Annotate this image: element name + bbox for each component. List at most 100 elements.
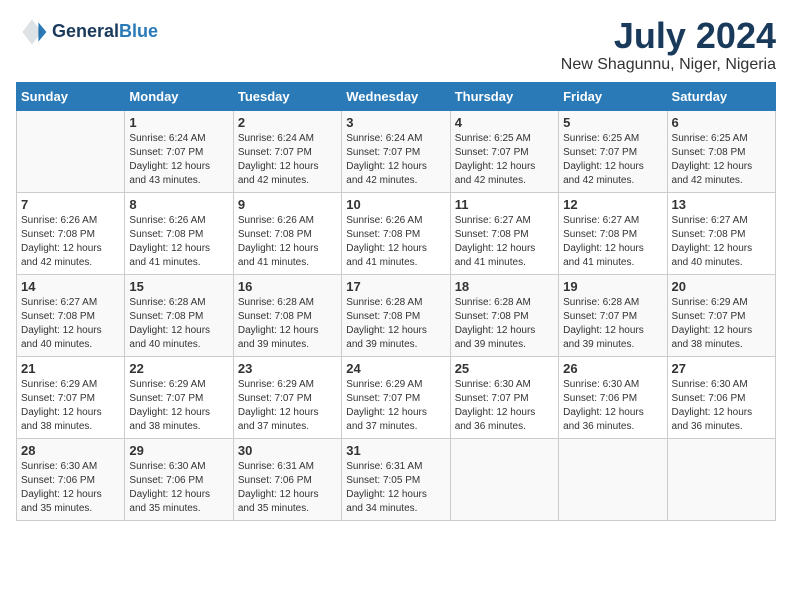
weekday-header-saturday: Saturday: [667, 82, 775, 110]
day-number: 30: [238, 443, 337, 458]
day-info: Sunrise: 6:28 AMSunset: 7:08 PMDaylight:…: [455, 296, 554, 352]
calendar-cell: 23 Sunrise: 6:29 AMSunset: 7:07 PMDayligh…: [233, 356, 341, 438]
day-number: 31: [346, 443, 445, 458]
page-header: GeneralBlue July 2024 New Shagunnu, Nige…: [16, 16, 776, 74]
calendar-cell: 2 Sunrise: 6:24 AMSunset: 7:07 PMDaylight…: [233, 110, 341, 192]
calendar-cell: 24 Sunrise: 6:29 AMSunset: 7:07 PMDayligh…: [342, 356, 450, 438]
day-info: Sunrise: 6:28 AMSunset: 7:08 PMDaylight:…: [129, 296, 228, 352]
weekday-header-sunday: Sunday: [17, 82, 125, 110]
day-number: 12: [563, 197, 662, 212]
day-number: 15: [129, 279, 228, 294]
calendar-week-row: 1 Sunrise: 6:24 AMSunset: 7:07 PMDaylight…: [17, 110, 776, 192]
calendar-cell: 10 Sunrise: 6:26 AMSunset: 7:08 PMDayligh…: [342, 192, 450, 274]
weekday-header-row: SundayMondayTuesdayWednesdayThursdayFrid…: [17, 82, 776, 110]
weekday-header-friday: Friday: [559, 82, 667, 110]
day-info: Sunrise: 6:30 AMSunset: 7:06 PMDaylight:…: [563, 378, 662, 434]
day-number: 26: [563, 361, 662, 376]
day-info: Sunrise: 6:27 AMSunset: 7:08 PMDaylight:…: [455, 214, 554, 270]
calendar-cell: 25Sunrise: 6:30 AMSunset: 7:07 PMDayligh…: [450, 356, 558, 438]
day-number: 11: [455, 197, 554, 212]
day-number: 3: [346, 115, 445, 130]
calendar-week-row: 28 Sunrise: 6:30 AMSunset: 7:06 PMDayligh…: [17, 438, 776, 520]
day-info: Sunrise: 6:29 AMSunset: 7:07 PMDaylight:…: [21, 378, 120, 434]
day-number: 4: [455, 115, 554, 130]
calendar-cell: 30 Sunrise: 6:31 AMSunset: 7:06 PMDayligh…: [233, 438, 341, 520]
day-info: Sunrise: 6:26 AMSunset: 7:08 PMDaylight:…: [21, 214, 120, 270]
calendar-cell: 19Sunrise: 6:28 AMSunset: 7:07 PMDayligh…: [559, 274, 667, 356]
calendar-cell: 26 Sunrise: 6:30 AMSunset: 7:06 PMDayligh…: [559, 356, 667, 438]
calendar-cell: [17, 110, 125, 192]
day-number: 28: [21, 443, 120, 458]
day-number: 27: [672, 361, 771, 376]
calendar-cell: 15 Sunrise: 6:28 AMSunset: 7:08 PMDayligh…: [125, 274, 233, 356]
calendar-cell: 11 Sunrise: 6:27 AMSunset: 7:08 PMDayligh…: [450, 192, 558, 274]
weekday-header-tuesday: Tuesday: [233, 82, 341, 110]
day-info: Sunrise: 6:24 AMSunset: 7:07 PMDaylight:…: [238, 132, 337, 188]
calendar-cell: 6 Sunrise: 6:25 AMSunset: 7:08 PMDaylight…: [667, 110, 775, 192]
day-info: Sunrise: 6:27 AMSunset: 7:08 PMDaylight:…: [21, 296, 120, 352]
calendar-cell: 18 Sunrise: 6:28 AMSunset: 7:08 PMDayligh…: [450, 274, 558, 356]
day-number: 18: [455, 279, 554, 294]
calendar-cell: 3 Sunrise: 6:24 AMSunset: 7:07 PMDaylight…: [342, 110, 450, 192]
calendar-table: SundayMondayTuesdayWednesdayThursdayFrid…: [16, 82, 776, 521]
day-number: 29: [129, 443, 228, 458]
day-number: 6: [672, 115, 771, 130]
calendar-cell: 27Sunrise: 6:30 AMSunset: 7:06 PMDayligh…: [667, 356, 775, 438]
calendar-cell: 1 Sunrise: 6:24 AMSunset: 7:07 PMDaylight…: [125, 110, 233, 192]
day-info: Sunrise: 6:24 AMSunset: 7:07 PMDaylight:…: [346, 132, 445, 188]
calendar-cell: 21 Sunrise: 6:29 AMSunset: 7:07 PMDayligh…: [17, 356, 125, 438]
day-number: 8: [129, 197, 228, 212]
day-info: Sunrise: 6:25 AMSunset: 7:08 PMDaylight:…: [672, 132, 771, 188]
weekday-header-wednesday: Wednesday: [342, 82, 450, 110]
calendar-cell: [667, 438, 775, 520]
calendar-cell: 4 Sunrise: 6:25 AMSunset: 7:07 PMDaylight…: [450, 110, 558, 192]
calendar-cell: 22Sunrise: 6:29 AMSunset: 7:07 PMDayligh…: [125, 356, 233, 438]
day-number: 21: [21, 361, 120, 376]
day-info: Sunrise: 6:24 AMSunset: 7:07 PMDaylight:…: [129, 132, 228, 188]
day-number: 9: [238, 197, 337, 212]
day-number: 14: [21, 279, 120, 294]
day-number: 22: [129, 361, 228, 376]
calendar-cell: [559, 438, 667, 520]
calendar-cell: 9 Sunrise: 6:26 AMSunset: 7:08 PMDaylight…: [233, 192, 341, 274]
day-info: Sunrise: 6:25 AMSunset: 7:07 PMDaylight:…: [455, 132, 554, 188]
day-info: Sunrise: 6:31 AMSunset: 7:05 PMDaylight:…: [346, 460, 445, 516]
day-number: 13: [672, 197, 771, 212]
day-info: Sunrise: 6:26 AMSunset: 7:08 PMDaylight:…: [129, 214, 228, 270]
calendar-cell: 8 Sunrise: 6:26 AMSunset: 7:08 PMDaylight…: [125, 192, 233, 274]
day-info: Sunrise: 6:30 AMSunset: 7:06 PMDaylight:…: [129, 460, 228, 516]
day-number: 10: [346, 197, 445, 212]
weekday-header-thursday: Thursday: [450, 82, 558, 110]
day-info: Sunrise: 6:29 AMSunset: 7:07 PMDaylight:…: [238, 378, 337, 434]
calendar-cell: 29 Sunrise: 6:30 AMSunset: 7:06 PMDayligh…: [125, 438, 233, 520]
day-info: Sunrise: 6:26 AMSunset: 7:08 PMDaylight:…: [238, 214, 337, 270]
calendar-week-row: 14 Sunrise: 6:27 AMSunset: 7:08 PMDayligh…: [17, 274, 776, 356]
day-number: 23: [238, 361, 337, 376]
calendar-cell: 7Sunrise: 6:26 AMSunset: 7:08 PMDaylight…: [17, 192, 125, 274]
calendar-cell: 28 Sunrise: 6:30 AMSunset: 7:06 PMDayligh…: [17, 438, 125, 520]
day-info: Sunrise: 6:29 AMSunset: 7:07 PMDaylight:…: [346, 378, 445, 434]
location-subtitle: New Shagunnu, Niger, Nigeria: [561, 56, 776, 74]
day-info: Sunrise: 6:26 AMSunset: 7:08 PMDaylight:…: [346, 214, 445, 270]
calendar-cell: 31 Sunrise: 6:31 AMSunset: 7:05 PMDayligh…: [342, 438, 450, 520]
day-number: 1: [129, 115, 228, 130]
day-info: Sunrise: 6:31 AMSunset: 7:06 PMDaylight:…: [238, 460, 337, 516]
day-number: 16: [238, 279, 337, 294]
day-number: 20: [672, 279, 771, 294]
day-number: 25: [455, 361, 554, 376]
day-info: Sunrise: 6:27 AMSunset: 7:08 PMDaylight:…: [672, 214, 771, 270]
calendar-cell: [450, 438, 558, 520]
day-number: 17: [346, 279, 445, 294]
day-number: 24: [346, 361, 445, 376]
logo-icon: [16, 16, 48, 48]
day-info: Sunrise: 6:30 AMSunset: 7:06 PMDaylight:…: [21, 460, 120, 516]
day-number: 2: [238, 115, 337, 130]
calendar-week-row: 7Sunrise: 6:26 AMSunset: 7:08 PMDaylight…: [17, 192, 776, 274]
calendar-week-row: 21 Sunrise: 6:29 AMSunset: 7:07 PMDayligh…: [17, 356, 776, 438]
calendar-cell: 13 Sunrise: 6:27 AMSunset: 7:08 PMDayligh…: [667, 192, 775, 274]
month-year-title: July 2024: [561, 16, 776, 56]
day-info: Sunrise: 6:25 AMSunset: 7:07 PMDaylight:…: [563, 132, 662, 188]
day-number: 19: [563, 279, 662, 294]
day-info: Sunrise: 6:28 AMSunset: 7:08 PMDaylight:…: [238, 296, 337, 352]
day-info: Sunrise: 6:27 AMSunset: 7:08 PMDaylight:…: [563, 214, 662, 270]
